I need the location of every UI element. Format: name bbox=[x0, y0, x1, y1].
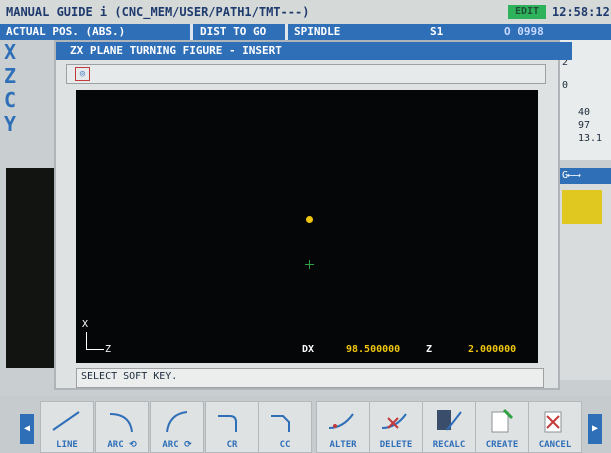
info-value: 40 bbox=[578, 107, 591, 118]
info-value: 0 bbox=[562, 80, 569, 91]
right-side-panel: G⟵⟶ bbox=[558, 168, 611, 380]
window-title: MANUAL GUIDE i (CNC_MEM/USER/PATH1/TMT--… bbox=[6, 5, 310, 19]
origin-crosshair-icon bbox=[305, 260, 314, 269]
arc-cw-icon bbox=[109, 413, 133, 433]
arc-ccw-icon bbox=[166, 411, 188, 433]
z-value: 2.000000 bbox=[468, 344, 517, 355]
next-page-icon[interactable]: ▶ bbox=[588, 414, 602, 444]
info-value: 13.1 bbox=[578, 133, 603, 144]
softkey-alter[interactable]: ALTER bbox=[316, 401, 370, 453]
axis-c: C bbox=[4, 88, 17, 112]
g-code-tab[interactable]: G⟵⟶ bbox=[558, 168, 611, 184]
info-value: 97 bbox=[578, 120, 591, 131]
prev-page-icon[interactable]: ◀ bbox=[20, 414, 34, 444]
mode-badge: EDIT bbox=[508, 5, 546, 19]
softkey-arc-cw[interactable]: ARC ⟲ bbox=[95, 401, 149, 453]
highlight-box bbox=[562, 190, 602, 224]
figure-element-strip: ◎ bbox=[66, 64, 546, 84]
softkey-label: CREATE bbox=[485, 440, 519, 450]
cancel-icon bbox=[544, 411, 562, 433]
softkey-delete[interactable]: DELETE bbox=[369, 401, 423, 453]
line-icon bbox=[52, 411, 80, 431]
softkey-label: LINE bbox=[56, 440, 78, 450]
title-bar: MANUAL GUIDE i (CNC_MEM/USER/PATH1/TMT--… bbox=[0, 0, 611, 24]
position-status-bar: ACTUAL POS. (ABS.) DIST TO GO SPINDLE S1… bbox=[0, 24, 611, 40]
separator bbox=[190, 24, 193, 40]
recalc-icon bbox=[437, 410, 462, 431]
create-icon bbox=[491, 408, 514, 433]
message-line: SELECT SOFT KEY. bbox=[76, 368, 544, 388]
axis-x-line bbox=[86, 332, 87, 350]
separator bbox=[285, 24, 288, 40]
delete-icon bbox=[381, 413, 407, 429]
softkey-label: CANCEL bbox=[538, 440, 572, 450]
start-point-icon[interactable]: ◎ bbox=[75, 67, 90, 81]
dx-value: 98.500000 bbox=[346, 344, 401, 355]
current-point-marker bbox=[306, 216, 313, 223]
dialog-title: ZX PLANE TURNING FIGURE - INSERT bbox=[56, 42, 572, 60]
softkey-create[interactable]: CREATE bbox=[475, 401, 529, 453]
softkey-arc-ccw[interactable]: ARC ⟳ bbox=[150, 401, 204, 453]
spindle-label: SPINDLE bbox=[294, 25, 341, 38]
axis-z: Z bbox=[4, 64, 17, 88]
softkey-cc[interactable]: CC bbox=[258, 401, 312, 453]
actual-pos-label: ACTUAL POS. (ABS.) bbox=[6, 25, 126, 38]
figure-canvas[interactable]: X Z DX 98.500000 Z 2.000000 bbox=[76, 90, 538, 363]
softkey-label: CR bbox=[226, 440, 238, 450]
insert-figure-dialog: ZX PLANE TURNING FIGURE - INSERT ◎ X Z D… bbox=[54, 40, 572, 390]
softkey-line[interactable]: LINE bbox=[40, 401, 94, 453]
spindle-number: S1 bbox=[430, 25, 444, 38]
softkey-label: ARC ⟳ bbox=[162, 440, 192, 450]
corner-chamfer-icon bbox=[271, 415, 290, 432]
dist-to-go-label: DIST TO GO bbox=[200, 25, 267, 38]
softkey-label: ALTER bbox=[329, 440, 357, 450]
canvas-axis-z-label: Z bbox=[105, 344, 112, 355]
softkey-label: CC bbox=[279, 440, 291, 450]
axis-y: Y bbox=[4, 112, 17, 136]
program-number: O 0998 bbox=[504, 25, 544, 38]
axis-labels: X Z C Y bbox=[4, 40, 32, 160]
softkey-cancel[interactable]: CANCEL bbox=[528, 401, 582, 453]
softkey-label: RECALC bbox=[432, 440, 466, 450]
softkey-label: ARC ⟲ bbox=[107, 440, 137, 450]
softkey-bar: ◀ LINE ARC ⟲ ARC ⟳ CR CC ALTER DELETE RE… bbox=[0, 396, 611, 453]
canvas-axis-x-label: X bbox=[82, 319, 89, 330]
clock: 12:58:12 bbox=[552, 5, 610, 19]
z-label: Z bbox=[426, 344, 433, 355]
axis-z-line bbox=[86, 349, 104, 350]
alter-icon bbox=[328, 413, 354, 429]
dx-label: DX bbox=[302, 344, 315, 355]
corner-radius-icon bbox=[218, 415, 237, 432]
softkey-recalc[interactable]: RECALC bbox=[422, 401, 476, 453]
axis-x: X bbox=[4, 40, 17, 64]
softkey-cr[interactable]: CR bbox=[205, 401, 259, 453]
background-graphic-area bbox=[6, 168, 56, 368]
softkey-label: DELETE bbox=[379, 440, 413, 450]
